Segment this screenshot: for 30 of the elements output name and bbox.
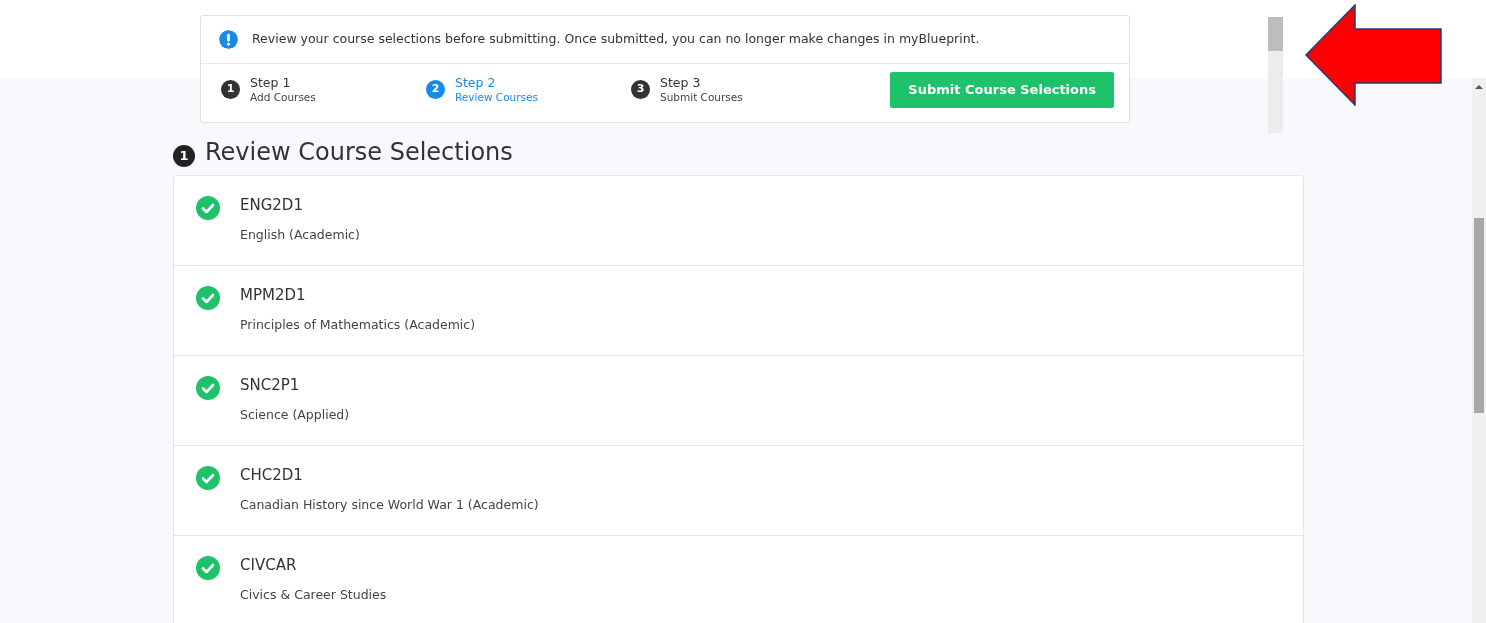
scrollbar[interactable] [1268, 17, 1283, 133]
arrow-icon [1305, 4, 1442, 106]
course-name: Principles of Mathematics (Academic) [240, 315, 476, 334]
step-subtitle: Review Courses [455, 91, 538, 105]
scrollbar[interactable] [1472, 78, 1486, 623]
section-heading: Review Course Selections [205, 138, 513, 167]
step-subtitle: Submit Courses [660, 91, 743, 105]
submit-button[interactable]: Submit Course Selections [890, 72, 1114, 108]
scrollbar-thumb[interactable] [1268, 17, 1283, 51]
course-name: English (Academic) [240, 225, 360, 244]
step-number: 2 [426, 80, 445, 100]
course-name: Science (Applied) [240, 405, 350, 424]
course-code: CIVCAR [240, 555, 298, 576]
course-name: Canadian History since World War 1 (Academic) [240, 495, 539, 514]
notice-text: Review your course selections before submitting. Once submitted, you can no longer make changes in myBlueprint. [252, 30, 980, 49]
scrollbar-thumb[interactable] [1474, 218, 1484, 413]
course-code: MPM2D1 [240, 285, 307, 306]
course-code: CHC2D1 [240, 465, 304, 486]
course-name: Civics & Career Studies [240, 585, 387, 604]
section-number: 1 [173, 145, 195, 167]
step-number: 3 [631, 80, 650, 100]
scroll-up-icon[interactable] [1473, 82, 1485, 92]
info-icon [219, 30, 238, 49]
course-code: SNC2P1 [240, 375, 301, 396]
step-number: 1 [221, 80, 240, 100]
step-title: Step 2 [455, 74, 497, 92]
step-subtitle: Add Courses [250, 91, 316, 105]
step-title: Step 3 [660, 74, 702, 92]
step-title: Step 1 [250, 74, 292, 92]
course-code: ENG2D1 [240, 195, 304, 216]
